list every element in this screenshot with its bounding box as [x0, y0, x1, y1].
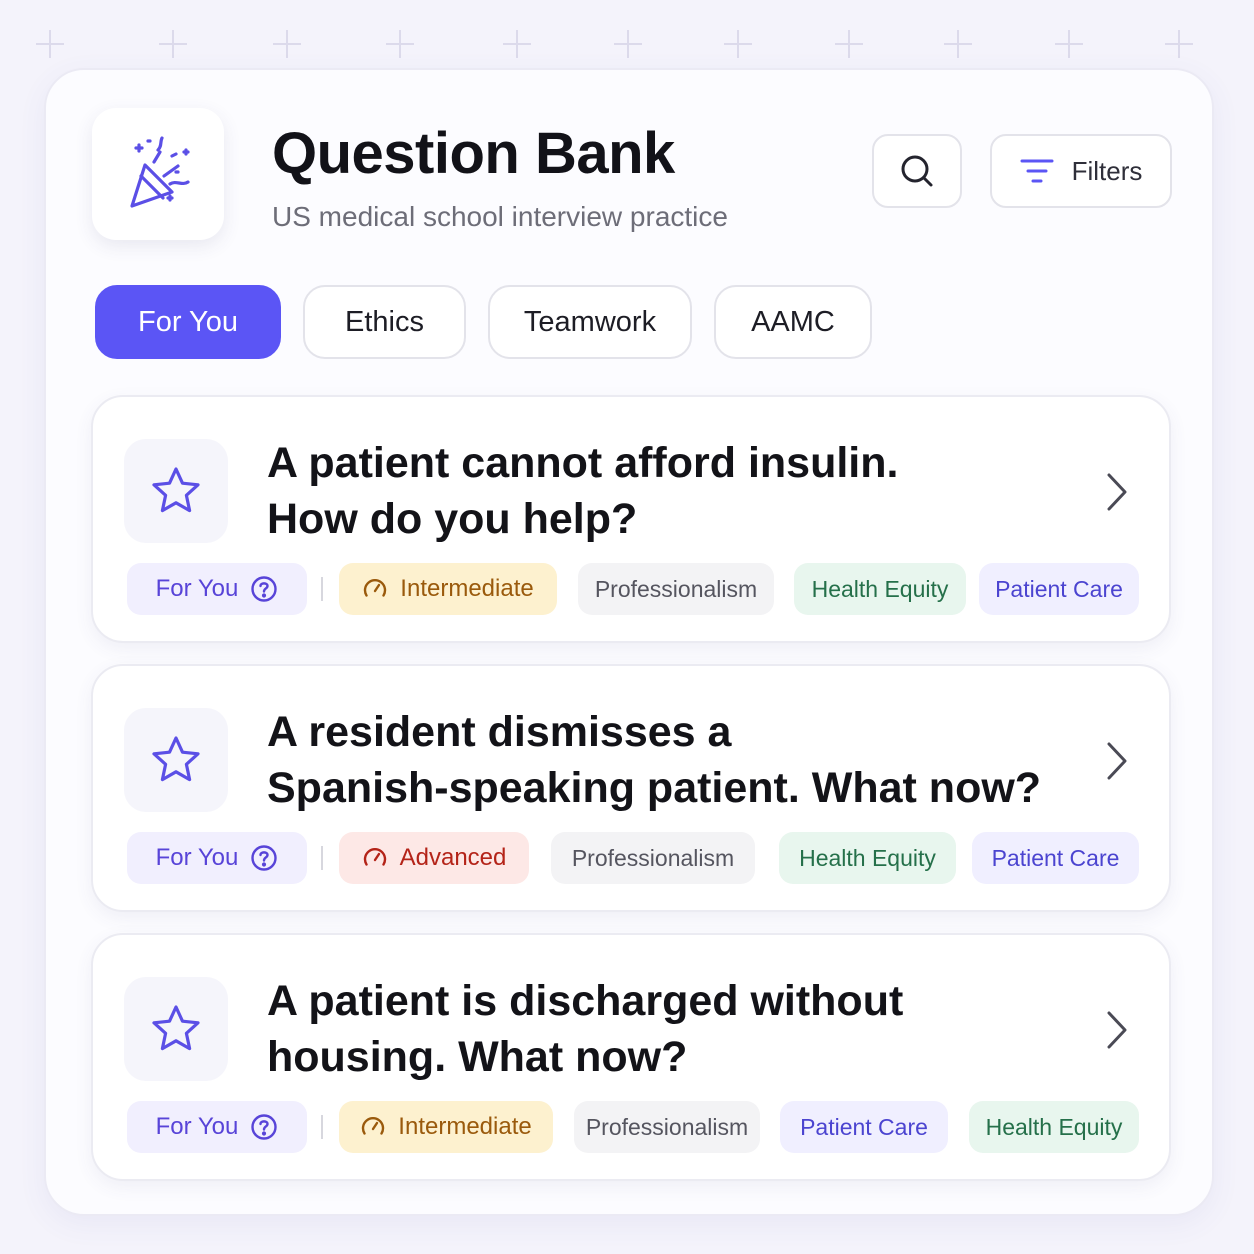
- for-you-label: For You: [155, 844, 239, 871]
- for-you-label: For You: [155, 575, 239, 602]
- topic-tag-label: Professionalism: [585, 1113, 749, 1140]
- party-popper-icon: [130, 136, 190, 208]
- question-text: A resident dismisses a Spanish-speaking …: [267, 708, 1042, 812]
- topic-tag-label: Patient Care: [800, 1113, 928, 1140]
- topic-tag: Patient Care: [972, 832, 1139, 884]
- favorite-button[interactable]: [124, 977, 228, 1081]
- question-card[interactable]: A patient is discharged without housing.…: [91, 933, 1171, 1181]
- tag-row: For You Advanced Professionalism Health …: [127, 832, 1139, 884]
- search-button[interactable]: [872, 134, 962, 208]
- chevron-right-icon[interactable]: [1099, 1007, 1133, 1053]
- star-icon: [152, 736, 200, 782]
- topic-tag: Professionalism: [551, 832, 755, 884]
- divider: [321, 846, 323, 870]
- difficulty-badge: Intermediate: [339, 1101, 553, 1153]
- help-circle-icon: [251, 845, 278, 871]
- app-logo: [92, 108, 224, 240]
- gauge-icon: [362, 1117, 385, 1135]
- gauge-icon: [364, 579, 387, 597]
- topic-tag: Patient Care: [780, 1101, 948, 1153]
- tab-teamwork[interactable]: Teamwork: [488, 285, 692, 359]
- difficulty-label: Advanced: [399, 844, 507, 871]
- topic-tag-label: Health Equity: [799, 844, 936, 871]
- search-icon: [901, 155, 933, 187]
- page-subtitle: US medical school interview practice: [272, 201, 728, 232]
- tab-for-you[interactable]: For You: [95, 285, 281, 359]
- gauge-icon: [363, 848, 386, 866]
- topic-tag: Professionalism: [574, 1101, 760, 1153]
- topic-tag: Health Equity: [794, 563, 966, 615]
- topic-tag-label: Patient Care: [995, 575, 1123, 602]
- star-icon: [152, 1005, 200, 1051]
- favorite-button[interactable]: [124, 439, 228, 543]
- for-you-badge[interactable]: For You: [127, 832, 307, 884]
- tab-label: Teamwork: [523, 305, 657, 338]
- topic-tag-label: Patient Care: [991, 844, 1120, 871]
- topic-tag: Health Equity: [779, 832, 956, 884]
- question-bank-panel: Question Bank US medical school intervie…: [44, 68, 1214, 1216]
- filters-label: Filters: [1071, 155, 1143, 186]
- topic-tag-label: Health Equity: [985, 1113, 1123, 1140]
- page-title: Question Bank: [272, 121, 675, 186]
- favorite-button[interactable]: [124, 708, 228, 812]
- help-circle-icon: [251, 1114, 278, 1140]
- topic-tag: Professionalism: [578, 563, 774, 615]
- topic-tag-label: Health Equity: [811, 575, 949, 602]
- tab-label: For You: [138, 305, 238, 338]
- chevron-right-icon[interactable]: [1099, 738, 1133, 784]
- for-you-label: For You: [155, 1113, 239, 1140]
- chevron-right-icon[interactable]: [1099, 469, 1133, 515]
- tab-aamc[interactable]: AAMC: [714, 285, 872, 359]
- difficulty-label: Intermediate: [398, 1113, 532, 1140]
- filters-button[interactable]: Filters: [990, 134, 1172, 208]
- difficulty-label: Intermediate: [400, 575, 534, 602]
- divider: [321, 1115, 323, 1139]
- help-circle-icon: [251, 576, 278, 602]
- difficulty-badge: Advanced: [339, 832, 529, 884]
- question-card[interactable]: A patient cannot afford insulin. How do …: [91, 395, 1171, 643]
- tab-label: AAMC: [751, 305, 835, 338]
- topic-tag-label: Professionalism: [571, 844, 735, 871]
- topic-tag: Health Equity: [969, 1101, 1139, 1153]
- topic-tag: Patient Care: [979, 563, 1139, 615]
- filter-lines-icon: [1020, 159, 1054, 183]
- divider: [321, 577, 323, 601]
- for-you-badge[interactable]: For You: [127, 1101, 307, 1153]
- star-icon: [152, 467, 200, 513]
- difficulty-badge: Intermediate: [339, 563, 557, 615]
- tag-row: For You Intermediate Professionalism: [127, 1101, 1139, 1153]
- for-you-badge[interactable]: For You: [127, 563, 307, 615]
- tab-label: Ethics: [345, 305, 424, 338]
- question-card[interactable]: A resident dismisses a Spanish-speaking …: [91, 664, 1171, 912]
- tab-ethics[interactable]: Ethics: [303, 285, 466, 359]
- question-text: A patient cannot afford insulin. How do …: [267, 439, 899, 543]
- tag-row: For You Intermediate Professionalism: [127, 563, 1139, 615]
- question-text: A patient is discharged without housing.…: [267, 977, 904, 1081]
- topic-tag-label: Professionalism: [594, 575, 758, 602]
